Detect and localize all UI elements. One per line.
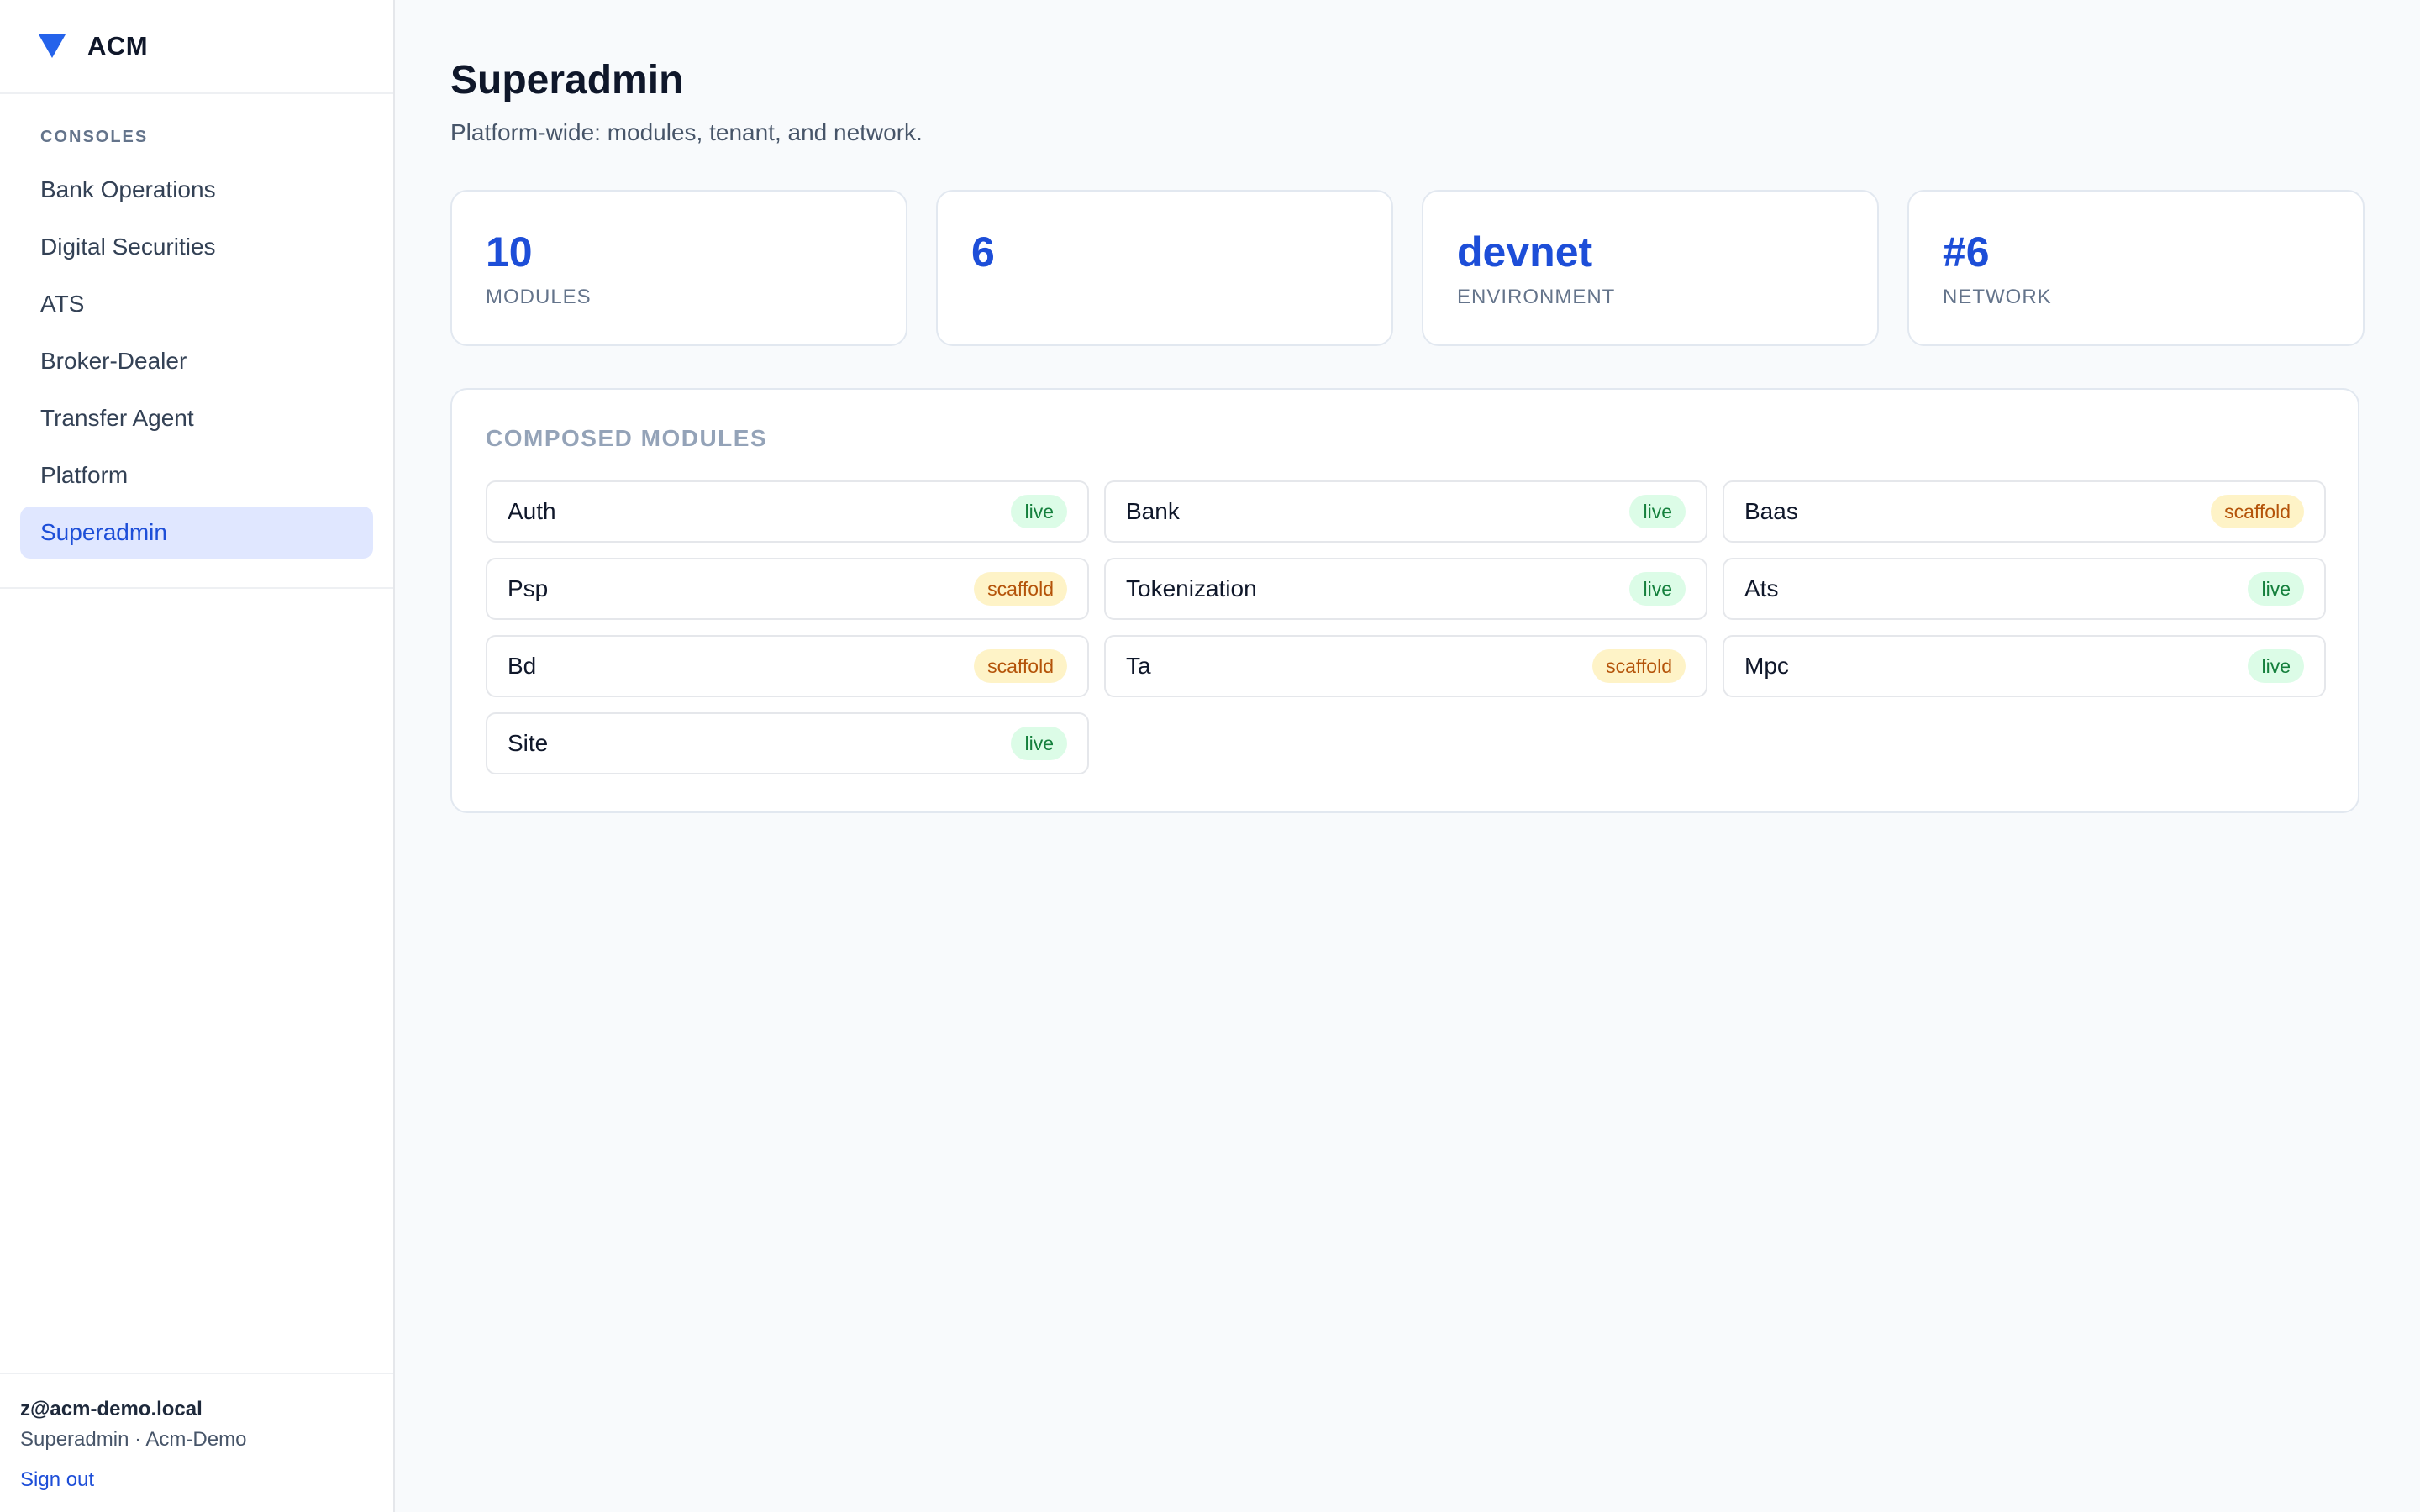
module-tile-psp[interactable]: Psp scaffold: [486, 558, 1089, 620]
user-panel: z@acm-demo.local Superadmin · Acm-Demo S…: [0, 1373, 393, 1512]
module-name: Site: [508, 730, 549, 756]
sidebar-item-bank-operations[interactable]: Bank Operations: [20, 164, 373, 216]
sidebar-item-broker-dealer[interactable]: Broker-Dealer: [20, 335, 373, 387]
stat-value: #6: [1943, 228, 1990, 276]
stat-card-environment: devnet ENVIRONMENT: [1422, 190, 1879, 346]
module-tile-ta[interactable]: Ta scaffold: [1104, 635, 1707, 697]
status-badge: scaffold: [974, 572, 1067, 606]
module-tile-ats[interactable]: Ats live: [1723, 558, 2326, 620]
composed-modules-card: COMPOSED MODULES Auth live Bank live Baas sca…: [450, 388, 2360, 813]
status-badge: live: [1011, 495, 1067, 528]
sidebar: ACM CONSOLES Bank Operations Digital Sec…: [0, 0, 395, 1512]
sign-out-link[interactable]: Sign out: [20, 1468, 94, 1492]
module-name: Bd: [508, 653, 537, 679]
module-name: Baas: [1744, 498, 1798, 524]
stats-row: 10 MODULES 6 devnet ENVIRONMENT #6 NETWO…: [450, 190, 2365, 346]
sidebar-item-digital-securities[interactable]: Digital Securities: [20, 221, 373, 273]
app: ACM CONSOLES Bank Operations Digital Sec…: [0, 0, 2420, 1512]
main-content: Superadmin Platform-wide: modules, tenan…: [395, 0, 2420, 1512]
user-email: z@acm-demo.local: [20, 1398, 203, 1420]
status-badge: live: [1629, 495, 1686, 528]
modules-grid: Auth live Bank live Baas scaffold Psp scaffold T…: [486, 480, 2326, 774]
module-name: Ats: [1744, 575, 1779, 601]
module-tile-tokenization[interactable]: Tokenization live: [1104, 558, 1707, 620]
page-title: Superadmin: [450, 58, 684, 102]
triangle-down-icon: [37, 31, 67, 61]
stat-value: 10: [486, 228, 533, 276]
stat-value: 6: [971, 228, 995, 276]
module-tile-bank[interactable]: Bank live: [1104, 480, 1707, 543]
status-badge: scaffold: [974, 649, 1067, 683]
module-name: Auth: [508, 498, 556, 524]
stat-value: devnet: [1457, 228, 1593, 276]
module-tile-site[interactable]: Site live: [486, 712, 1089, 774]
user-role: Superadmin · Acm-Demo: [20, 1428, 247, 1451]
status-badge: scaffold: [1592, 649, 1686, 683]
module-tile-auth[interactable]: Auth live: [486, 480, 1089, 543]
module-name: Psp: [508, 575, 549, 601]
module-name: Bank: [1126, 498, 1180, 524]
stat-card-network: #6 NETWORK: [1907, 190, 2365, 346]
module-tile-bd[interactable]: Bd scaffold: [486, 635, 1089, 697]
status-badge: live: [1629, 572, 1686, 606]
sidebar-nav: CONSOLES Bank Operations Digital Securit…: [0, 94, 393, 589]
sidebar-item-superadmin[interactable]: Superadmin: [20, 507, 373, 559]
stat-label: NETWORK: [1943, 286, 2052, 308]
module-name: Ta: [1126, 653, 1151, 679]
status-badge: live: [2248, 649, 2304, 683]
module-name: Tokenization: [1126, 575, 1257, 601]
module-name: Mpc: [1744, 653, 1789, 679]
status-badge: live: [1011, 727, 1067, 760]
nav-section-label: CONSOLES: [40, 128, 149, 146]
brand-name: ACM: [87, 31, 149, 60]
stat-label: MODULES: [486, 286, 592, 308]
module-tile-baas[interactable]: Baas scaffold: [1723, 480, 2326, 543]
brand[interactable]: ACM: [0, 0, 393, 94]
sidebar-item-ats[interactable]: ATS: [20, 278, 373, 330]
sidebar-item-platform[interactable]: Platform: [20, 449, 373, 501]
sidebar-item-transfer-agent[interactable]: Transfer Agent: [20, 392, 373, 444]
status-badge: live: [2248, 572, 2304, 606]
stat-card-modules: 10 MODULES: [450, 190, 908, 346]
modules-title: COMPOSED MODULES: [486, 425, 768, 451]
stat-card-count: 6: [936, 190, 1393, 346]
page-subtitle: Platform-wide: modules, tenant, and netw…: [450, 119, 923, 145]
stat-label: ENVIRONMENT: [1457, 286, 1616, 308]
module-tile-mpc[interactable]: Mpc live: [1723, 635, 2326, 697]
status-badge: scaffold: [2211, 495, 2304, 528]
